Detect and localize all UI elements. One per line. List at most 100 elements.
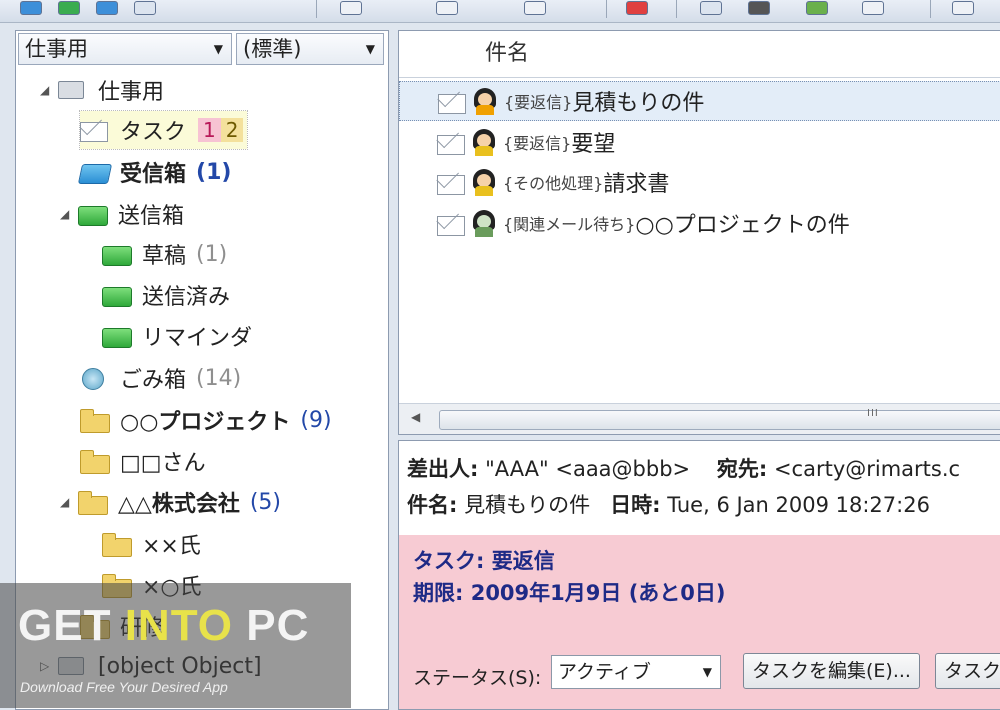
document-icon xyxy=(952,1,974,15)
message-tag: {その他処理} xyxy=(503,174,604,193)
toolbar-button-5[interactable] xyxy=(340,0,362,16)
trash-icon xyxy=(80,367,110,390)
edit-task-button[interactable]: タスクを編集(E)... xyxy=(743,653,920,689)
print-icon xyxy=(700,1,722,15)
toolbar-separator xyxy=(676,0,677,18)
tree-item-label: 送信済み xyxy=(142,285,231,310)
toolbar-button-1[interactable] xyxy=(20,0,42,16)
send-icon xyxy=(58,1,80,15)
collapse-icon[interactable]: ◢ xyxy=(40,83,54,97)
reminder-icon xyxy=(102,325,132,348)
status-select-value: アクティブ xyxy=(558,661,651,683)
collapse-icon[interactable]: ◢ xyxy=(60,495,74,509)
tree-item-label: タスク xyxy=(120,120,187,145)
tree-item-shi1[interactable]: ××氏 xyxy=(102,525,201,563)
toolbar-button-11[interactable] xyxy=(806,0,828,16)
scroll-left-icon[interactable]: ◀ xyxy=(411,410,420,424)
tree-item-sent[interactable]: 送信済み xyxy=(102,276,230,314)
tree-item-trash[interactable]: ごみ箱 (14) xyxy=(80,359,241,397)
sent-icon xyxy=(102,284,132,307)
tree-item-label: □□さん xyxy=(120,451,206,476)
chevron-down-icon: ▼ xyxy=(213,42,223,56)
task-action-button[interactable]: タスクを xyxy=(935,653,1000,689)
waiting-mail-icon xyxy=(437,213,465,236)
toolbar-button-4[interactable] xyxy=(134,0,156,16)
item-count: (1) xyxy=(196,241,228,267)
tree-item-label: 受信箱 xyxy=(120,162,187,187)
tree-item-drafts[interactable]: 草稿 (1) xyxy=(102,235,227,273)
column-header-label: 件名 xyxy=(485,41,530,66)
toolbar-separator xyxy=(316,0,317,18)
toolbar-button-9[interactable] xyxy=(700,0,722,16)
toolbar-separator xyxy=(930,0,931,18)
message-row[interactable]: {要返信} 要望 xyxy=(399,122,1000,162)
message-row[interactable]: {要返信} 見積もりの件 xyxy=(399,81,1000,121)
tree-item-task[interactable]: タスク 1 2 xyxy=(78,110,249,150)
task-panel: タスク: 要返信 期限: 2009年1月9日 (あと0日) ステータス(S): … xyxy=(399,535,1000,709)
message-subject: 請求書 xyxy=(603,172,670,197)
column-header-subject[interactable]: 件名 xyxy=(399,31,1000,78)
view-select-value: (標準) xyxy=(243,37,302,61)
tree-item-project[interactable]: ○○プロジェクト (9) xyxy=(80,401,332,439)
envelope-icon xyxy=(80,119,110,142)
search-icon xyxy=(748,1,770,15)
account-select[interactable]: 仕事用 ▼ xyxy=(18,33,232,65)
outbox-icon xyxy=(78,203,108,226)
toolbar-button-7[interactable] xyxy=(524,0,546,16)
unread-count: (1) xyxy=(196,159,232,185)
chevron-down-icon: ▼ xyxy=(702,665,712,679)
date-label: 日時: xyxy=(610,493,661,517)
horizontal-scrollbar[interactable]: ◀ III xyxy=(399,403,1000,434)
chevron-down-icon: ▼ xyxy=(365,42,375,56)
unread-count: (5) xyxy=(249,489,282,515)
tree-item-outbox[interactable]: ◢ 送信箱 xyxy=(60,195,184,233)
from-label: 差出人: xyxy=(407,457,479,481)
message-row[interactable]: {その他処理} 請求書 xyxy=(399,162,1000,202)
tree-item-label: ごみ箱 xyxy=(120,368,187,393)
forward-icon xyxy=(524,1,546,15)
watermark-overlay: GET INTO PC Download Free Your Desired A… xyxy=(0,583,351,708)
toolbar-button-3[interactable] xyxy=(96,0,118,16)
toolbar-button-12[interactable] xyxy=(862,0,884,16)
toolbar-button-10[interactable] xyxy=(748,0,770,16)
tree-account-work[interactable]: ◢ 仕事用 xyxy=(40,71,164,109)
message-row[interactable]: {関連メール待ち} ○○プロジェクトの件 xyxy=(399,203,1000,243)
toolbar-button-8[interactable] xyxy=(626,0,648,16)
window-icon xyxy=(862,1,884,15)
address-icon xyxy=(134,1,156,15)
toolbar-button-2[interactable] xyxy=(58,0,80,16)
collapse-icon[interactable]: ◢ xyxy=(60,207,74,221)
message-subject: ○○プロジェクトの件 xyxy=(635,213,850,238)
unread-count: (9) xyxy=(300,407,332,433)
status-label: ステータス(S): xyxy=(413,667,542,689)
watermark-get: GET xyxy=(18,601,125,650)
drafts-icon xyxy=(102,243,132,266)
message-subject: 要望 xyxy=(571,132,616,157)
reply-icon xyxy=(340,1,362,15)
tree-item-reminder[interactable]: リマインダ xyxy=(102,317,252,355)
header-from-line: 差出人: "AAA" <aaa@bbb> 宛先: <carty@rimarts.… xyxy=(407,453,960,483)
toolbar-button-6[interactable] xyxy=(436,0,458,16)
scrollbar-thumb[interactable] xyxy=(439,410,1000,430)
from-value[interactable]: "AAA" <aaa@bbb> xyxy=(485,457,690,481)
toolbar-button-13[interactable] xyxy=(952,0,974,16)
subject-label: 件名: xyxy=(407,493,458,517)
tree-item-inbox[interactable]: 受信箱 (1) xyxy=(77,153,232,191)
view-select[interactable]: (標準) ▼ xyxy=(236,33,384,65)
to-value[interactable]: <carty@rimarts.c xyxy=(774,457,960,481)
message-list: 件名 {要返信} 見積もりの件 {要返信} 要望 {その他処理} 請求書 {関連… xyxy=(398,30,1000,435)
preview-pane: 差出人: "AAA" <aaa@bbb> 宛先: <carty@rimarts.… xyxy=(398,440,1000,710)
tree-item-label: 草稿 xyxy=(142,244,187,269)
status-select[interactable]: アクティブ ▼ xyxy=(551,655,721,689)
flag-icon xyxy=(806,1,828,15)
tree-item-san[interactable]: □□さん xyxy=(80,442,206,480)
folder-icon xyxy=(102,533,132,557)
sender-avatar-icon xyxy=(472,87,498,115)
tree-item-label: 仕事用 xyxy=(98,80,165,105)
sender-avatar-icon xyxy=(471,209,497,237)
task-count-badge: 1 xyxy=(198,118,221,142)
tree-item-label: ○○プロジェクト xyxy=(120,410,291,435)
message-tag: {関連メール待ち} xyxy=(503,215,636,234)
account-select-value: 仕事用 xyxy=(25,37,88,61)
tree-item-company[interactable]: ◢ △△株式会社 (5) xyxy=(60,483,281,521)
